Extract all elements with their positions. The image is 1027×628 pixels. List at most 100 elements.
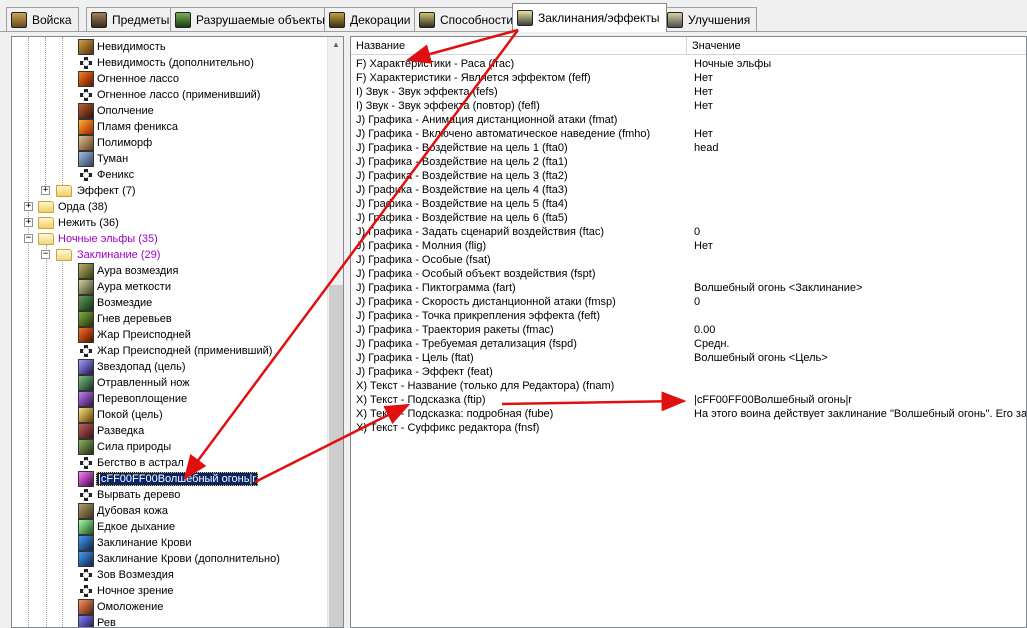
tree-item-selected[interactable]: |cFF00FF00Волшебный огонь|r: [12, 471, 332, 487]
tree-item[interactable]: Аура меткости: [12, 279, 332, 295]
property-value[interactable]: 0: [694, 225, 700, 239]
tree-item[interactable]: Перевоплощение: [12, 391, 332, 407]
tree-item[interactable]: Туман: [12, 151, 332, 167]
property-value[interactable]: Нет: [694, 85, 713, 99]
property-value[interactable]: Волшебный огонь <Цель>: [694, 351, 828, 365]
property-row[interactable]: J) Графика - Цель (ftat) Волшебный огонь …: [351, 351, 1026, 365]
tree-item[interactable]: Отравленный нож: [12, 375, 332, 391]
property-value[interactable]: Нет: [694, 127, 713, 141]
property-row[interactable]: J) Графика - Особый объект воздействия (…: [351, 267, 1026, 281]
expand-plus-icon[interactable]: +: [24, 218, 33, 227]
tree-folder-nightelf[interactable]: − Ночные эльфы (35): [12, 231, 332, 247]
tree-item[interactable]: Зов Возмездия: [12, 567, 332, 583]
expand-plus-icon[interactable]: +: [24, 202, 33, 211]
tree-item[interactable]: Огненное лассо (применивший): [12, 87, 332, 103]
property-value[interactable]: head: [694, 141, 718, 155]
object-tree[interactable]: Невидимость Невидимость (дополнительно) …: [11, 36, 344, 628]
tree-item[interactable]: Аура возмездия: [12, 263, 332, 279]
property-row[interactable]: J) Графика - Требуемая детализация (fspd…: [351, 337, 1026, 351]
tree-folder-effect[interactable]: + Эффект (7): [12, 183, 332, 199]
column-header-value[interactable]: Значение: [687, 37, 1026, 55]
property-row[interactable]: I) Звук - Звук эффекта (повтор) (fefl) Не…: [351, 99, 1026, 113]
force-of-nature-icon: [78, 439, 94, 455]
property-grid[interactable]: Название Значение F) Характеристики - Ра…: [350, 36, 1027, 628]
property-row[interactable]: F) Характеристики - Раса (frac) Ночные эл…: [351, 57, 1026, 71]
tree-item[interactable]: Ночное зрение: [12, 583, 332, 599]
tab-destructibles[interactable]: Разрушаемые объекты: [170, 7, 332, 31]
property-value[interactable]: Нет: [694, 99, 713, 113]
tree-item[interactable]: Рев: [12, 615, 332, 627]
property-value[interactable]: Средн.: [694, 337, 730, 351]
tree-item[interactable]: Феникс: [12, 167, 332, 183]
tree-folder-undead[interactable]: + Нежить (36): [12, 215, 332, 231]
property-row[interactable]: J) Графика - Траектория ракеты (fmac) 0.0…: [351, 323, 1026, 337]
property-row[interactable]: J) Графика - Молния (flig) Нет: [351, 239, 1026, 253]
tree-item[interactable]: Дубовая кожа: [12, 503, 332, 519]
tab-items[interactable]: Предметы: [86, 7, 177, 31]
tree-folder-orda[interactable]: + Орда (38): [12, 199, 332, 215]
tree-folder-spells[interactable]: − Заклинание (29): [12, 247, 332, 263]
tab-upgrades[interactable]: Улучшения: [662, 7, 758, 31]
collapse-minus-icon[interactable]: −: [24, 234, 33, 243]
rejuvenation-icon: [78, 599, 94, 615]
tab-doodads[interactable]: Декорации: [324, 7, 418, 31]
tree-item[interactable]: Ополчение: [12, 103, 332, 119]
property-row[interactable]: F) Характеристики - Является эффектом (f…: [351, 71, 1026, 85]
property-value[interactable]: Волшебный огонь <Заклинание>: [694, 281, 862, 295]
property-row[interactable]: J) Графика - Воздействие на цель 1 (fta0…: [351, 141, 1026, 155]
tree-item[interactable]: Пламя феникса: [12, 119, 332, 135]
tree-item[interactable]: Полиморф: [12, 135, 332, 151]
tab-units[interactable]: Войска: [6, 7, 79, 31]
tree-item[interactable]: Разведка: [12, 423, 332, 439]
property-row[interactable]: J) Графика - Воздействие на цель 2 (fta1…: [351, 155, 1026, 169]
tree-item[interactable]: Возмездие: [12, 295, 332, 311]
tree-item[interactable]: Сила природы: [12, 439, 332, 455]
tree-item[interactable]: Заклинание Крови (дополнительно): [12, 551, 332, 567]
tab-abilities[interactable]: Способности: [414, 7, 521, 31]
property-row[interactable]: J) Графика - Точка прикрепления эффекта …: [351, 309, 1026, 323]
property-row[interactable]: J) Графика - Воздействие на цель 3 (fta2…: [351, 169, 1026, 183]
property-row[interactable]: X) Текст - Подсказка: подробная (fube) На…: [351, 407, 1026, 421]
property-value[interactable]: Нет: [694, 239, 713, 253]
tree-item[interactable]: Бегство в астрал: [12, 455, 332, 471]
property-row[interactable]: J) Графика - Воздействие на цель 4 (fta3…: [351, 183, 1026, 197]
tab-buffs-effects[interactable]: Заклинания/эффекты: [512, 3, 667, 32]
tree-item[interactable]: Огненное лассо: [12, 71, 332, 87]
column-header-name[interactable]: Название: [351, 37, 687, 55]
tree-item[interactable]: Звездопад (цель): [12, 359, 332, 375]
tree-item[interactable]: Заклинание Крови: [12, 535, 332, 551]
tree-item[interactable]: Вырвать дерево: [12, 487, 332, 503]
property-value[interactable]: |cFF00FF00Волшебный огонь|r: [694, 393, 852, 407]
property-value[interactable]: 0.00: [694, 323, 715, 337]
property-row[interactable]: X) Текст - Название (только для Редактор…: [351, 379, 1026, 393]
property-row[interactable]: X) Текст - Подсказка (ftip) |cFF00FF00Вол…: [351, 393, 1026, 407]
property-row[interactable]: J) Графика - Особые (fsat): [351, 253, 1026, 267]
property-row[interactable]: I) Звук - Звук эффекта (fefs) Нет: [351, 85, 1026, 99]
property-value[interactable]: Нет: [694, 71, 713, 85]
scroll-up-icon[interactable]: ▲: [328, 37, 343, 53]
property-row[interactable]: J) Графика - Эффект (feat): [351, 365, 1026, 379]
property-row[interactable]: J) Графика - Включено автоматическое нав…: [351, 127, 1026, 141]
property-row[interactable]: J) Графика - Воздействие на цель 6 (fta5…: [351, 211, 1026, 225]
property-value[interactable]: Ночные эльфы: [694, 57, 771, 71]
tree-item[interactable]: Покой (цель): [12, 407, 332, 423]
property-row[interactable]: J) Графика - Воздействие на цель 5 (fta4…: [351, 197, 1026, 211]
tree-item[interactable]: Невидимость (дополнительно): [12, 55, 332, 71]
property-row[interactable]: X) Текст - Суффикс редактора (fnsf): [351, 421, 1026, 435]
scroll-thumb[interactable]: [329, 285, 343, 627]
tree-item[interactable]: Гнев деревьев: [12, 311, 332, 327]
property-row[interactable]: J) Графика - Пиктограмма (fart) Волшебный…: [351, 281, 1026, 295]
collapse-minus-icon[interactable]: −: [41, 250, 50, 259]
tree-item[interactable]: Невидимость: [12, 39, 332, 55]
tree-item[interactable]: Жар Преисподней (применивший): [12, 343, 332, 359]
property-value[interactable]: 0: [694, 295, 700, 309]
tree-scrollbar[interactable]: ▲: [327, 37, 343, 627]
property-row[interactable]: J) Графика - Анимация дистанционной атак…: [351, 113, 1026, 127]
property-row[interactable]: J) Графика - Скорость дистанционной атак…: [351, 295, 1026, 309]
tree-item[interactable]: Едкое дыхание: [12, 519, 332, 535]
property-value[interactable]: На этого воина действует заклинание "Вол…: [694, 407, 1026, 421]
tree-item[interactable]: Жар Преисподней: [12, 327, 332, 343]
expand-plus-icon[interactable]: +: [41, 186, 50, 195]
property-row[interactable]: J) Графика - Задать сценарий воздействия…: [351, 225, 1026, 239]
tree-item[interactable]: Омоложение: [12, 599, 332, 615]
